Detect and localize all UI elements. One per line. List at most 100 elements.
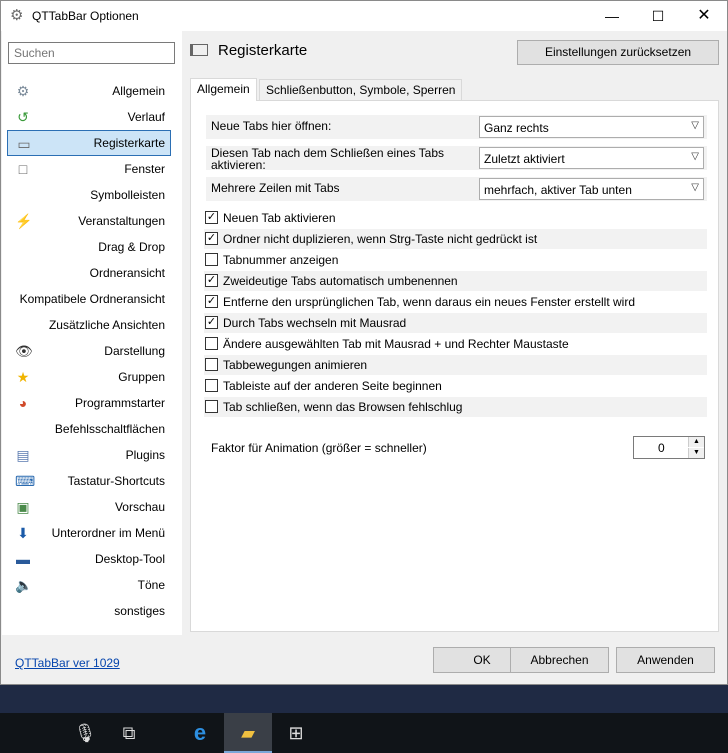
select-value: mehrfach, aktiver Tab unten xyxy=(484,183,632,197)
tab-icon xyxy=(190,44,208,56)
dropdown-label: Neue Tabs hier öffnen: xyxy=(211,119,332,133)
desktop-icon: ▬ xyxy=(16,551,30,567)
checkbox-label: Tableiste auf der anderen Seite beginnen xyxy=(223,379,442,393)
keyboard-icon: ⌨ xyxy=(15,473,36,489)
sidebar-item[interactable]: Befehlsschaltflächen xyxy=(7,416,171,442)
sidebar-item[interactable]: ◕ Programmstarter xyxy=(7,390,171,416)
sidebar-item-label: Zusätzliche Ansichten xyxy=(48,318,165,332)
tab-icon: ▭ xyxy=(17,136,31,152)
sidebar-item[interactable]: ▬ Desktop-Tool xyxy=(7,546,171,572)
title-bar: ⚙ QTTabBar Optionen — ☐ ✕ xyxy=(1,1,727,31)
checkbox-unchecked[interactable] xyxy=(205,337,218,350)
sidebar-item[interactable]: ⚡ Veranstaltungen xyxy=(7,208,171,234)
checkbox-unchecked[interactable] xyxy=(205,379,218,392)
sidebar-item[interactable]: Zusätzliche Ansichten xyxy=(7,312,171,338)
sidebar-item[interactable]: ⚙ Allgemein xyxy=(7,78,171,104)
checkbox-row[interactable]: ✓ Entferne den ursprünglichen Tab, wenn d… xyxy=(204,292,707,312)
sidebar-item[interactable]: ⬇ Unterordner im Menü xyxy=(7,520,171,546)
checkbox-label: Tabnummer anzeigen xyxy=(223,253,339,267)
sidebar-item[interactable]: ↺ Verlauf xyxy=(7,104,171,130)
checkbox-label: Tab schließen, wenn das Browsen fehlschl… xyxy=(223,400,463,414)
version-link[interactable]: QTTabBar ver 1029 xyxy=(15,656,120,670)
close-button[interactable]: ✕ xyxy=(681,1,727,31)
sidebar-item-label: Kompatibele Ordneransicht xyxy=(19,292,165,306)
checkbox-row[interactable]: Tableiste auf der anderen Seite beginnen xyxy=(204,376,707,396)
checkbox-row[interactable]: ✓ Durch Tabs wechseln mit Mausrad xyxy=(204,313,707,333)
animation-factor-spinner[interactable]: 0 ▲ ▼ xyxy=(633,436,705,459)
page-title: Registerkarte xyxy=(218,42,308,59)
apply-button[interactable]: Anwenden xyxy=(616,647,715,673)
sidebar-item-label: Verlauf xyxy=(127,110,165,124)
gear-icon: ⚙ xyxy=(16,83,30,99)
preview-icon: ▣ xyxy=(16,499,30,515)
sidebar-item[interactable]: sonstiges xyxy=(7,598,171,624)
edge-icon[interactable]: e xyxy=(176,713,224,753)
reset-settings-button[interactable]: Einstellungen zurücksetzen xyxy=(517,40,719,65)
checkbox-unchecked[interactable] xyxy=(205,253,218,266)
file-explorer-icon[interactable]: ▰ xyxy=(224,713,272,753)
microphone-icon[interactable]: 🎙 xyxy=(61,713,109,753)
sidebar-item[interactable]: ⌨ Tastatur-Shortcuts xyxy=(7,468,171,494)
checkbox-checked[interactable]: ✓ xyxy=(205,295,218,308)
plugin-icon: ▤ xyxy=(16,447,30,463)
sidebar-item[interactable]: □ Fenster xyxy=(7,156,171,182)
task-view-icon[interactable]: ⧉ xyxy=(105,713,153,753)
eye-icon: 👁 xyxy=(15,343,33,359)
checkbox-unchecked[interactable] xyxy=(205,400,218,413)
lightning-icon: ⚡ xyxy=(15,213,33,229)
checkbox-label: Entferne den ursprünglichen Tab, wenn da… xyxy=(223,295,636,309)
checkbox-row[interactable]: Tabbewegungen animieren xyxy=(204,355,707,375)
speaker-icon: 🔈 xyxy=(15,577,33,593)
sidebar-item[interactable]: 🔈 Töne xyxy=(7,572,171,598)
sidebar-item[interactable]: ▤ Plugins xyxy=(7,442,171,468)
cancel-button[interactable]: Abbrechen xyxy=(510,647,609,673)
select-value: Zuletzt aktiviert xyxy=(484,152,565,166)
sidebar-item-label: Gruppen xyxy=(118,370,165,384)
sidebar-item[interactable]: Symbolleisten xyxy=(7,182,171,208)
sidebar-item-label: Tastatur-Shortcuts xyxy=(67,474,165,488)
checkbox-checked[interactable]: ✓ xyxy=(205,274,218,287)
sidebar-item[interactable]: ▣ Vorschau xyxy=(7,494,171,520)
minimize-button[interactable]: — xyxy=(589,1,635,31)
spinner-up-icon[interactable]: ▲ xyxy=(688,437,704,447)
tab-allgemein[interactable]: Allgemein xyxy=(190,78,257,101)
maximize-button[interactable]: ☐ xyxy=(635,1,681,31)
checkbox-row[interactable]: ✓ Zweideutige Tabs automatisch umbenennen xyxy=(204,271,707,291)
search-input[interactable] xyxy=(8,42,175,64)
chevron-down-icon: ▽ xyxy=(691,120,699,131)
window-title: QTTabBar Optionen xyxy=(32,9,139,23)
star-icon: ★ xyxy=(16,369,30,385)
tab-close-button-symbols[interactable]: Schließenbutton, Symbole, Sperren xyxy=(259,79,463,101)
checkbox-unchecked[interactable] xyxy=(205,358,218,371)
sidebar-item-label: Darstellung xyxy=(104,344,165,358)
checkbox-row[interactable]: Tab schließen, wenn das Browsen fehlschl… xyxy=(204,397,707,417)
store-icon[interactable]: ⊞ xyxy=(272,713,320,753)
chevron-down-icon: ▽ xyxy=(691,151,699,162)
sidebar-nav: ⚙ Allgemein ↺ Verlauf ▭ Registerkarte □ Fenster… xyxy=(7,78,171,624)
checkbox-checked[interactable]: ✓ xyxy=(205,316,218,329)
sidebar-item-label: Symbolleisten xyxy=(90,188,165,202)
after-close-select[interactable]: Zuletzt aktiviert ▽ xyxy=(479,147,704,169)
multiline-tabs-select[interactable]: mehrfach, aktiver Tab unten ▽ xyxy=(479,178,704,200)
checkbox-label: Ändere ausgewählten Tab mit Mausrad + un… xyxy=(223,337,569,351)
sidebar-item-label: Ordneransicht xyxy=(89,266,165,280)
sidebar-item-label: Allgemein xyxy=(112,84,165,98)
checkbox-row[interactable]: Ändere ausgewählten Tab mit Mausrad + un… xyxy=(204,334,707,354)
sidebar-item[interactable]: Kompatibele Ordneransicht xyxy=(7,286,171,312)
checkbox-checked[interactable]: ✓ xyxy=(205,232,218,245)
spinner-down-icon[interactable]: ▼ xyxy=(688,448,704,458)
sidebar-item-label: Töne xyxy=(137,578,165,592)
checkbox-row[interactable]: ✓ Ordner nicht duplizieren, wenn Strg-Tas… xyxy=(204,229,707,249)
sidebar-item[interactable]: ▭ Registerkarte xyxy=(7,130,171,156)
checkbox-row[interactable]: ✓ Neuen Tab aktivieren xyxy=(204,208,707,228)
sidebar-item-label: Desktop-Tool xyxy=(94,552,165,566)
sidebar-item-label: Programmstarter xyxy=(74,396,165,410)
new-tabs-position-select[interactable]: Ganz rechts ▽ xyxy=(479,116,704,138)
sidebar-item[interactable]: Ordneransicht xyxy=(7,260,171,286)
checkbox-checked[interactable]: ✓ xyxy=(205,211,218,224)
sidebar-item-label: Drag & Drop xyxy=(98,240,165,254)
checkbox-row[interactable]: Tabnummer anzeigen xyxy=(204,250,707,270)
sidebar-item[interactable]: ★ Gruppen xyxy=(7,364,171,390)
sidebar-item[interactable]: 👁 Darstellung xyxy=(7,338,171,364)
sidebar-item[interactable]: Drag & Drop xyxy=(7,234,171,260)
